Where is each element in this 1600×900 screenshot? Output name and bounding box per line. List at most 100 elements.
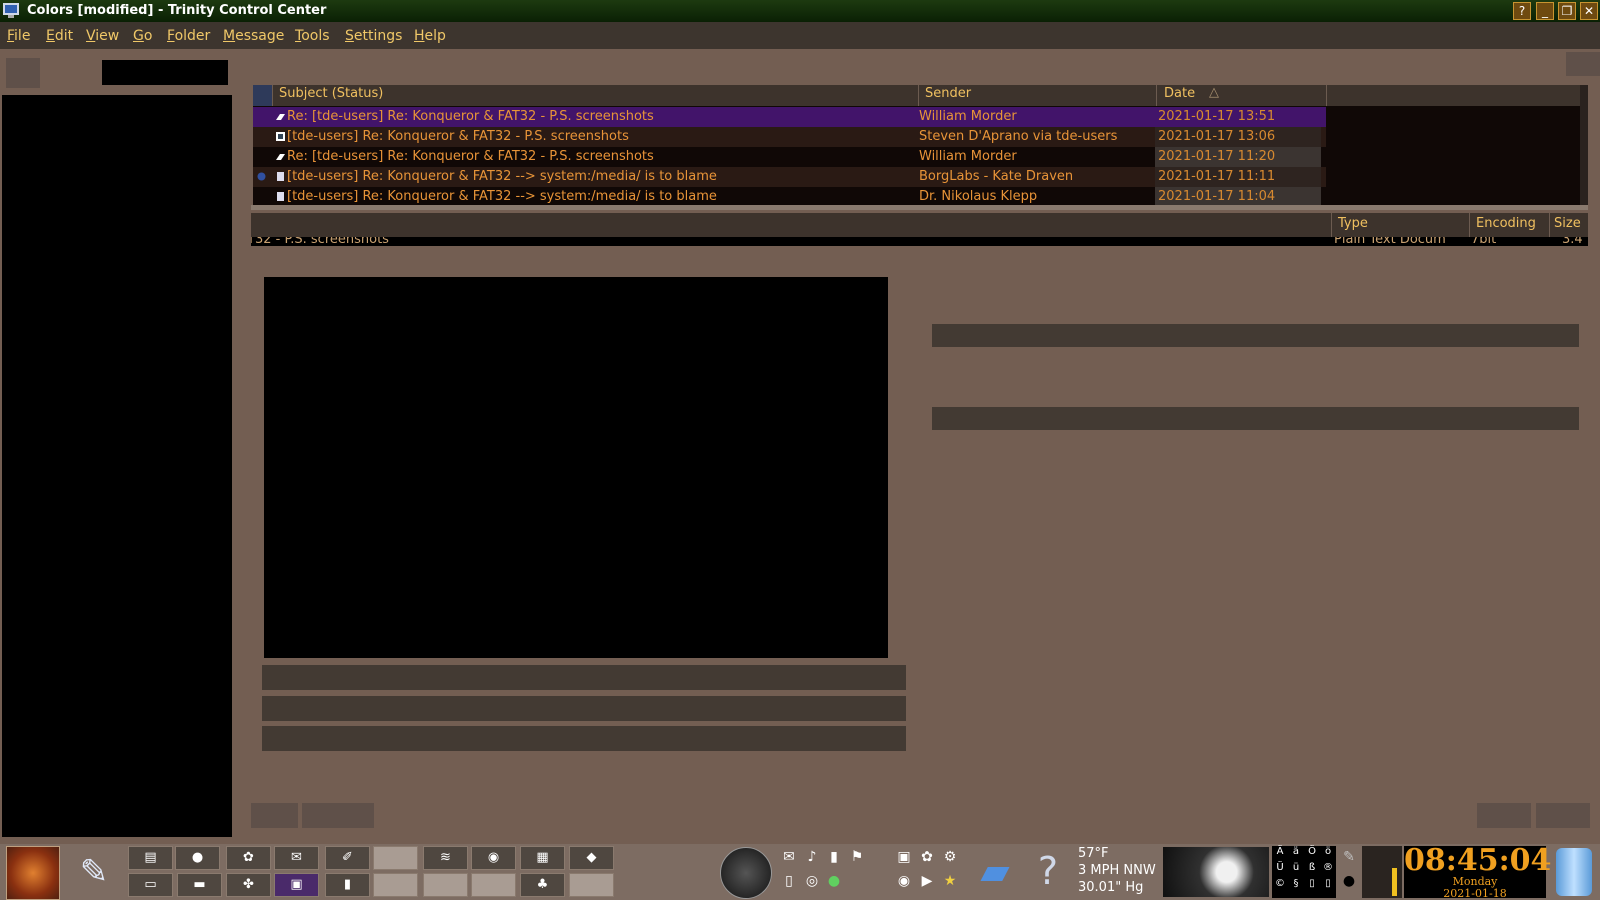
pane-splitter[interactable] — [251, 205, 1588, 210]
pen-tray-icon[interactable]: ✎ — [1340, 848, 1358, 866]
char-key[interactable]: ö — [1320, 846, 1336, 862]
sort-ascending-icon: △ — [1209, 85, 1219, 100]
start-menu-icon[interactable] — [6, 846, 60, 900]
char-key[interactable]: ß — [1304, 862, 1320, 878]
network-tray-icon[interactable]: ▣ — [895, 848, 913, 866]
bottom-right-button[interactable] — [1536, 803, 1590, 828]
menu-help[interactable]: Help — [414, 28, 446, 44]
message-list[interactable]: Subject (Status) Sender Date △ Re: [tde-… — [253, 85, 1588, 207]
menu-file[interactable]: File — [7, 28, 30, 44]
status-column-header[interactable] — [253, 85, 273, 106]
char-key[interactable]: ® — [1320, 862, 1336, 878]
char-key[interactable]: Ä — [1272, 846, 1288, 862]
size-column-header[interactable]: Size — [1549, 213, 1588, 237]
menu-go[interactable]: Go — [133, 28, 152, 44]
desktop-launcher-icon[interactable]: ▭ — [128, 873, 173, 897]
terminal-launcher-icon[interactable]: ▤ — [128, 846, 173, 870]
date-column-header[interactable]: Date △ — [1157, 85, 1327, 106]
record-tray-icon[interactable]: ● — [1340, 872, 1358, 890]
replied-icon — [276, 114, 285, 120]
taskbar-slot[interactable] — [423, 873, 468, 897]
title-bar[interactable]: Colors [modified] - Trinity Control Cent… — [0, 0, 1600, 22]
puzzle-launcher-icon[interactable]: ✤ — [226, 873, 271, 897]
taskbar-slot[interactable] — [373, 846, 418, 870]
close-icon[interactable]: ✕ — [1580, 2, 1598, 20]
pen-launcher-icon[interactable]: ✐ — [325, 846, 370, 870]
maximize-icon[interactable]: ❐ — [1558, 2, 1576, 20]
video-launcher-icon[interactable]: ▮ — [325, 873, 370, 897]
app-icon[interactable] — [3, 3, 19, 18]
char-key[interactable]: Ö — [1304, 846, 1320, 862]
message-row[interactable]: [tde-users] Re: Konqueror & FAT32 - P.S.… — [253, 127, 1326, 147]
menu-folder[interactable]: Folder — [167, 28, 210, 44]
menu-tools[interactable]: Tools — [295, 28, 330, 44]
control-center-task-icon[interactable]: ▣ — [274, 873, 319, 897]
message-list-scrollbar[interactable] — [1580, 85, 1588, 205]
char-key[interactable]: ü — [1288, 862, 1304, 878]
star-tray-icon[interactable]: ★ — [941, 872, 959, 890]
taskbar-slot[interactable] — [569, 873, 614, 897]
weather-icon[interactable]: ? — [1026, 848, 1070, 894]
chat-launcher-icon[interactable]: ● — [175, 846, 220, 870]
disc-tray-icon[interactable]: ◉ — [895, 872, 913, 890]
message-preview-pane[interactable] — [264, 277, 888, 658]
volume-tray-icon[interactable]: ♪ — [803, 848, 821, 866]
help-icon[interactable]: ? — [1513, 2, 1531, 20]
subject-column-header[interactable]: Subject (Status) — [273, 85, 919, 106]
message-row[interactable]: Re: [tde-users] Re: Konqueror & FAT32 - … — [253, 147, 1326, 167]
system-monitor-applet[interactable] — [1362, 846, 1402, 898]
sync-tray-icon[interactable]: ◎ — [803, 872, 821, 890]
updates-tray-icon[interactable]: ● — [825, 872, 843, 890]
battery-tray-icon[interactable]: ▮ — [825, 848, 843, 866]
message-row[interactable]: Re: [tde-users] Re: Konqueror & FAT32 - … — [253, 107, 1326, 127]
digital-clock[interactable]: 08:45:04 Monday 2021-01-18 — [1404, 846, 1551, 900]
menu-message[interactable]: Message — [223, 28, 284, 44]
bottom-left-button[interactable] — [251, 803, 298, 828]
char-key[interactable]: Ü — [1272, 862, 1288, 878]
char-key[interactable]: © — [1272, 878, 1288, 894]
trash-icon[interactable] — [1556, 848, 1592, 896]
network-launcher-icon[interactable]: ≋ — [423, 846, 468, 870]
keyboard-layout-tray-icon[interactable]: ⚑ — [848, 848, 866, 866]
menu-edit[interactable]: Edit — [46, 28, 73, 44]
toolbar-search-field[interactable] — [102, 60, 228, 85]
gimp-tray-icon[interactable]: ✿ — [918, 848, 936, 866]
char-key[interactable]: ä — [1288, 846, 1304, 862]
kmail-launcher-icon[interactable]: ✉ — [274, 846, 319, 870]
gimp-launcher-icon[interactable]: ✿ — [226, 846, 271, 870]
folder-icon[interactable]: ▰ — [972, 848, 1018, 894]
type-column-header[interactable]: Type — [1331, 213, 1469, 237]
char-key[interactable]: ▯ — [1320, 878, 1336, 894]
message-row[interactable]: [tde-users] Re: Konqueror & FAT32 --> sy… — [253, 187, 1326, 207]
calendar-launcher-icon[interactable]: ▦ — [520, 846, 565, 870]
shield-launcher-icon[interactable]: ◆ — [569, 846, 614, 870]
folder-tree-pane[interactable] — [2, 95, 232, 837]
taskbar-slot[interactable] — [373, 873, 418, 897]
bottom-right-button[interactable] — [1477, 803, 1531, 828]
mail-tray-icon[interactable]: ✉ — [780, 848, 798, 866]
folder-launcher-icon[interactable]: ▬ — [177, 873, 222, 897]
play-tray-icon[interactable]: ▶ — [918, 872, 936, 890]
browser-launcher-icon[interactable]: ◉ — [471, 846, 516, 870]
weather-readout[interactable]: 57°F 3 MPH NNW 30.01" Hg — [1078, 845, 1156, 896]
toolbar-button[interactable] — [6, 58, 40, 88]
sender-column-header[interactable]: Sender — [919, 85, 1157, 106]
clipboard-tray-icon[interactable]: ▯ — [780, 872, 798, 890]
menu-view[interactable]: View — [86, 28, 119, 44]
encoding-column-header[interactable]: Encoding — [1469, 213, 1549, 237]
app-launcher-icon[interactable]: ♣ — [520, 873, 565, 897]
taskbar-slot[interactable] — [471, 873, 516, 897]
character-map-applet[interactable]: Ä ä Ö ö Ü ü ß ® © § ▯ ▯ — [1272, 846, 1336, 898]
menu-settings[interactable]: Settings — [345, 28, 402, 44]
minimize-icon[interactable]: _ — [1536, 2, 1554, 20]
bottom-left-button[interactable] — [302, 803, 374, 828]
char-key[interactable]: ▯ — [1304, 878, 1320, 894]
message-row[interactable]: [tde-users] Re: Konqueror & FAT32 --> sy… — [253, 167, 1326, 187]
char-key[interactable]: § — [1288, 878, 1304, 894]
toolbar-right-button[interactable] — [1566, 52, 1600, 76]
world-map-applet[interactable] — [1163, 847, 1269, 897]
editor-launcher-icon[interactable]: ✎ — [64, 848, 124, 896]
world-clock-applet[interactable] — [720, 847, 772, 899]
attachment-row[interactable]: T32 - P.S. screenshots Plain Text Docum … — [251, 237, 1588, 246]
settings-tray-icon[interactable]: ⚙ — [941, 848, 959, 866]
